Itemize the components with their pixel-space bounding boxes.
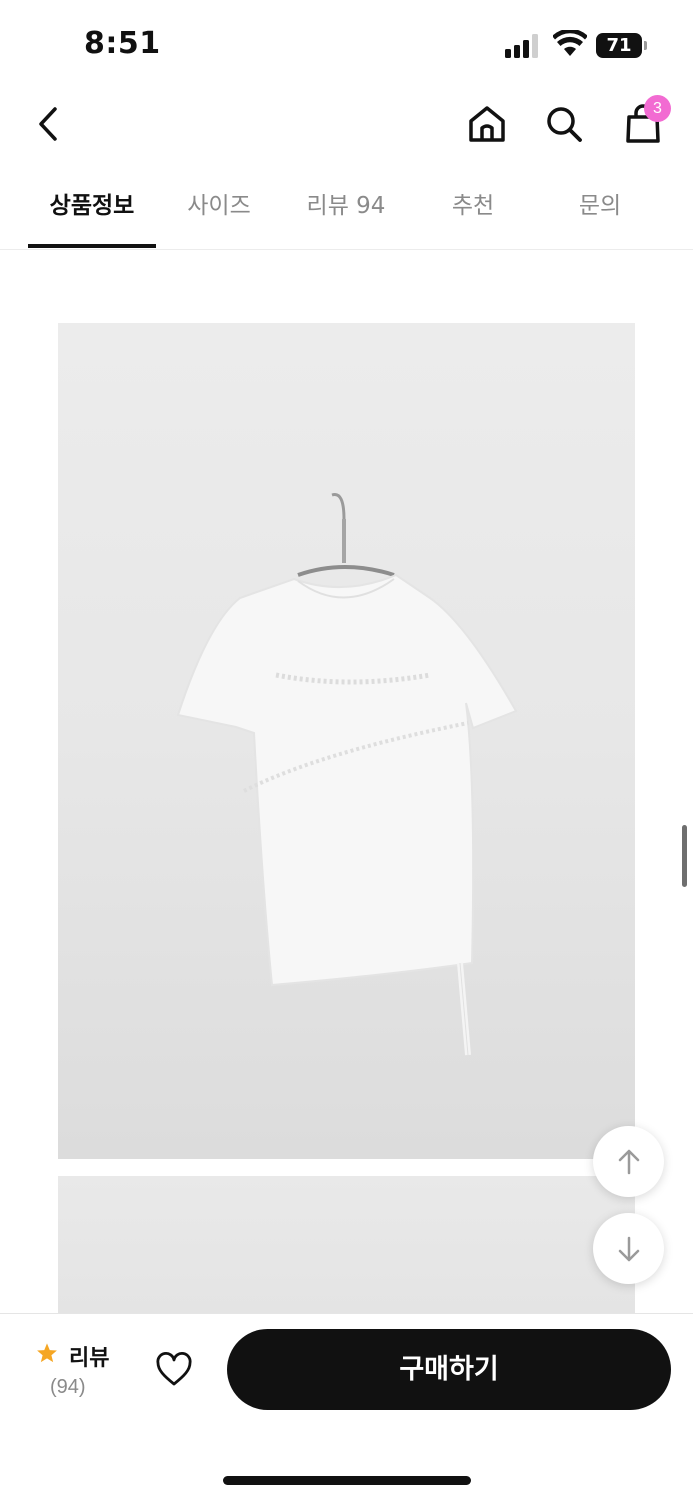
product-tabs: 상품정보 사이즈 리뷰 94 추천 문의 [0, 160, 693, 250]
review-summary[interactable]: 리뷰 (94) [36, 1340, 136, 1410]
scrollbar[interactable] [682, 825, 687, 887]
arrow-down-icon [618, 1236, 639, 1261]
wifi-icon [553, 30, 587, 56]
star-icon [37, 1343, 57, 1363]
status-time: 8:51 [84, 26, 161, 61]
top-nav [0, 90, 693, 160]
home-icon[interactable] [465, 102, 509, 146]
search-icon[interactable] [542, 102, 586, 146]
tab-product-info[interactable]: 상품정보 [28, 160, 156, 250]
tab-reviews[interactable]: 리뷰 94 [282, 160, 410, 250]
scroll-top-button[interactable] [593, 1126, 664, 1197]
tab-size[interactable]: 사이즈 [155, 160, 283, 250]
product-image-secondary [58, 1176, 635, 1316]
heart-icon[interactable] [154, 1350, 194, 1390]
bottom-action-bar: 리뷰 (94) 구매하기 [0, 1313, 693, 1500]
home-indicator [223, 1476, 471, 1485]
review-label: 리뷰 [69, 1346, 110, 1371]
buy-button[interactable]: 구매하기 [227, 1329, 671, 1410]
status-bar: 8:51 71 [0, 0, 693, 90]
battery-level: 71 [596, 33, 642, 58]
scroll-bottom-button[interactable] [593, 1213, 664, 1284]
tab-inquiry[interactable]: 문의 [536, 160, 664, 250]
review-count: (94) [50, 1376, 86, 1398]
product-image [58, 323, 635, 1159]
battery-icon: 71 [596, 33, 648, 58]
active-tab-indicator [28, 244, 156, 248]
signal-icon [505, 34, 545, 58]
arrow-up-icon [618, 1149, 639, 1174]
tab-recommend[interactable]: 추천 [409, 160, 537, 250]
white-dress-on-hanger-illustration [176, 493, 518, 1056]
back-icon[interactable] [30, 104, 70, 144]
cart-count-badge: 3 [644, 95, 671, 122]
